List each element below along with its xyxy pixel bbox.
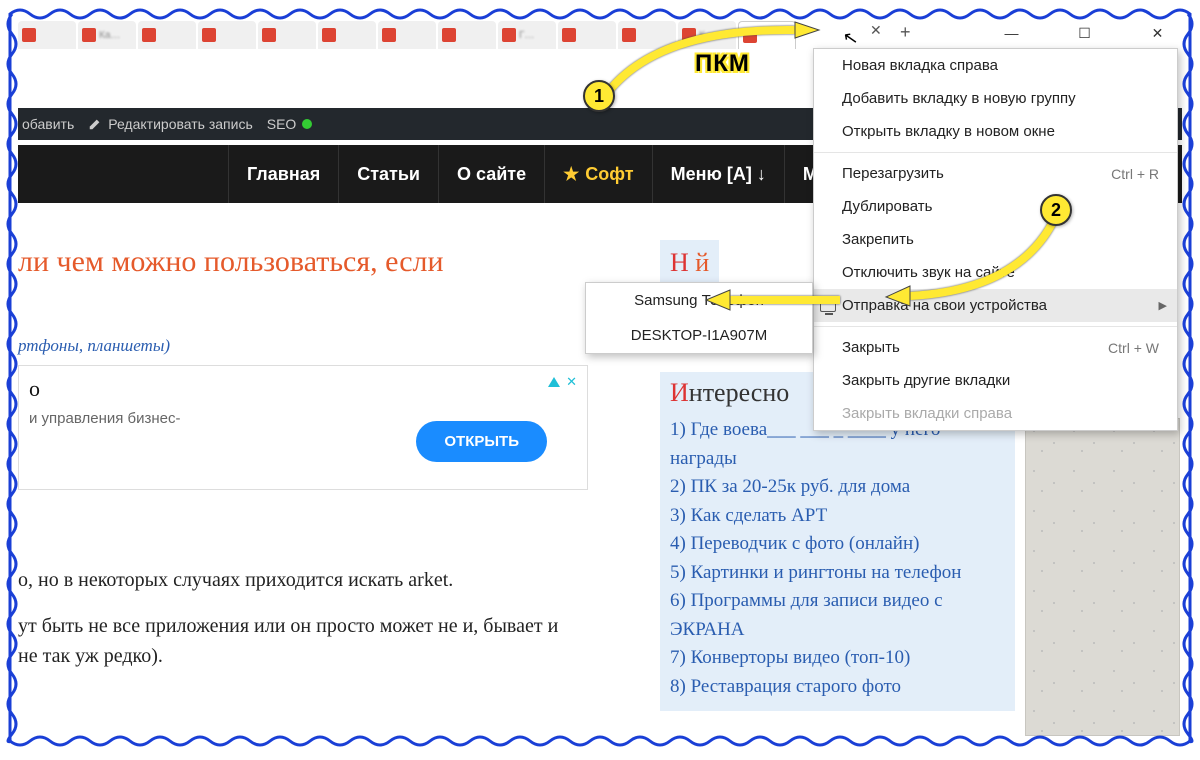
ctx-close-others[interactable]: Закрыть другие вкладки — [814, 364, 1177, 397]
pencil-icon — [88, 117, 102, 131]
ctx-separator — [814, 326, 1177, 327]
star-icon: ★ — [563, 164, 579, 185]
ctx-label: Отключить звук на сайте — [842, 264, 1015, 281]
browser-tab[interactable] — [438, 21, 496, 49]
ctx-mute[interactable]: Отключить звук на сайте — [814, 256, 1177, 289]
ctx-label: Дублировать — [842, 198, 932, 215]
ctx-label: Добавить вкладку в новую группу — [842, 90, 1076, 107]
browser-tab[interactable] — [258, 21, 316, 49]
tab-close-button[interactable]: ✕ — [870, 22, 882, 39]
ctx-label: Открыть вкладку в новом окне — [842, 123, 1055, 140]
annotation-label-pkm: ПКМ — [695, 50, 750, 78]
submenu-arrow-icon: ▶ — [1159, 299, 1167, 312]
annotation-badge-2: 2 — [1040, 194, 1072, 226]
admin-add[interactable]: обавить — [22, 116, 74, 132]
window-controls: — ☐ ✕ — [989, 18, 1180, 48]
sidebar-link[interactable]: 2) ПК за 20-25к руб. для дома — [670, 473, 1005, 502]
browser-tab[interactable] — [318, 21, 376, 49]
close-window-button[interactable]: ✕ — [1135, 18, 1180, 48]
ctx-close[interactable]: Закрыть Ctrl + W — [814, 331, 1177, 364]
texture-thumbnail — [1025, 418, 1180, 736]
browser-tab[interactable] — [138, 21, 196, 49]
minimize-button[interactable]: — — [989, 18, 1034, 48]
sidebar-link[interactable]: 7) Конверторы видео (топ-10) — [670, 644, 1005, 673]
nav-about[interactable]: О сайте — [438, 145, 544, 203]
ad-banner: ✕ о и управления бизнес- ОТКРЫТЬ — [18, 365, 588, 490]
ctx-reload[interactable]: Перезагрузить Ctrl + R — [814, 157, 1177, 190]
new-tab-button[interactable]: + — [900, 22, 911, 43]
ad-close-icon[interactable]: ✕ — [566, 374, 577, 390]
browser-tab[interactable] — [378, 21, 436, 49]
ctx-open-new-window[interactable]: Открыть вкладку в новом окне — [814, 115, 1177, 148]
tab-context-menu: Новая вкладка справа Добавить вкладку в … — [813, 48, 1178, 431]
ctx-duplicate[interactable]: Дублировать — [814, 190, 1177, 223]
devices-submenu: Samsung Телефон DESKTOP-I1A907M — [585, 282, 813, 354]
browser-tab[interactable] — [618, 21, 676, 49]
ctx-pin[interactable]: Закрепить — [814, 223, 1177, 256]
body-paragraph: о, но в некоторых случаях приходится иск… — [18, 565, 578, 595]
ctx-label: Перезагрузить — [842, 165, 944, 182]
device-icon — [820, 300, 836, 312]
ctx-label: Закрыть — [842, 339, 900, 356]
admin-edit-label: Редактировать запись — [108, 116, 253, 132]
article-body: о, но в некоторых случаях приходится иск… — [18, 565, 578, 687]
admin-seo[interactable]: SEO — [267, 116, 313, 132]
sidebar-heading-cut: Н й — [660, 240, 719, 282]
annotation-badge-1: 1 — [583, 80, 615, 112]
sidebar-link[interactable]: 5) Картинки и рингтоны на телефон — [670, 559, 1005, 588]
browser-tab[interactable]: Г… — [498, 21, 556, 49]
admin-edit[interactable]: Редактировать запись — [88, 116, 253, 132]
admin-seo-label: SEO — [267, 116, 297, 132]
ctx-separator — [814, 152, 1177, 153]
device-samsung[interactable]: Samsung Телефон — [586, 283, 812, 318]
sidebar-list: 1) Где воева___ ___ _ ____ у него наград… — [660, 410, 1015, 711]
ctx-shortcut: Ctrl + R — [1111, 166, 1159, 182]
maximize-button[interactable]: ☐ — [1062, 18, 1107, 48]
ad-info-icon[interactable] — [548, 377, 560, 387]
body-paragraph: ут быть не все приложения или он просто … — [18, 611, 578, 671]
ctx-new-tab-right[interactable]: Новая вкладка справа — [814, 49, 1177, 82]
nav-articles[interactable]: Статьи — [338, 145, 438, 203]
browser-tab-active[interactable] — [738, 21, 796, 49]
ctx-close-right: Закрыть вкладки справа — [814, 397, 1177, 430]
sidebar-link[interactable]: 3) Как сделать АРТ — [670, 502, 1005, 531]
ctx-label: Закрыть другие вкладки — [842, 372, 1010, 389]
ctx-add-to-group[interactable]: Добавить вкладку в новую группу — [814, 82, 1177, 115]
sidebar-link[interactable]: 8) Реставрация старого фото — [670, 673, 1005, 702]
browser-tab[interactable] — [198, 21, 256, 49]
browser-tab[interactable]: К… — [678, 21, 736, 49]
sidebar-link[interactable]: 4) Переводчик с фото (онлайн) — [670, 530, 1005, 559]
ctx-label: Новая вкладка справа — [842, 57, 998, 74]
browser-tab[interactable] — [558, 21, 616, 49]
seo-status-dot-icon — [302, 119, 312, 129]
page-subtitle: ртфоны, планшеты) — [18, 336, 170, 356]
ctx-label: Отправка на свои устройства — [842, 297, 1047, 314]
sidebar-link[interactable]: 6) Программы для записи видео с ЭКРАНА — [670, 587, 1005, 644]
browser-tab[interactable]: Ка… — [78, 21, 136, 49]
ad-heading: о — [29, 376, 577, 402]
ad-open-button[interactable]: ОТКРЫТЬ — [416, 421, 547, 462]
ctx-shortcut: Ctrl + W — [1108, 340, 1159, 356]
nav-menu-a[interactable]: Меню [А] ↓ — [652, 145, 784, 203]
ctx-send-to-devices[interactable]: Отправка на свои устройства ▶ — [814, 289, 1177, 322]
nav-soft[interactable]: ★ Софт — [544, 145, 651, 203]
ctx-label: Закрепить — [842, 231, 914, 248]
nav-home[interactable]: Главная — [228, 145, 338, 203]
device-desktop[interactable]: DESKTOP-I1A907M — [586, 318, 812, 353]
browser-tab[interactable] — [18, 21, 76, 49]
nav-soft-label: Софт — [585, 164, 633, 185]
ctx-label: Закрыть вкладки справа — [842, 405, 1012, 422]
page-title: ли чем можно пользоваться, если — [18, 245, 444, 279]
